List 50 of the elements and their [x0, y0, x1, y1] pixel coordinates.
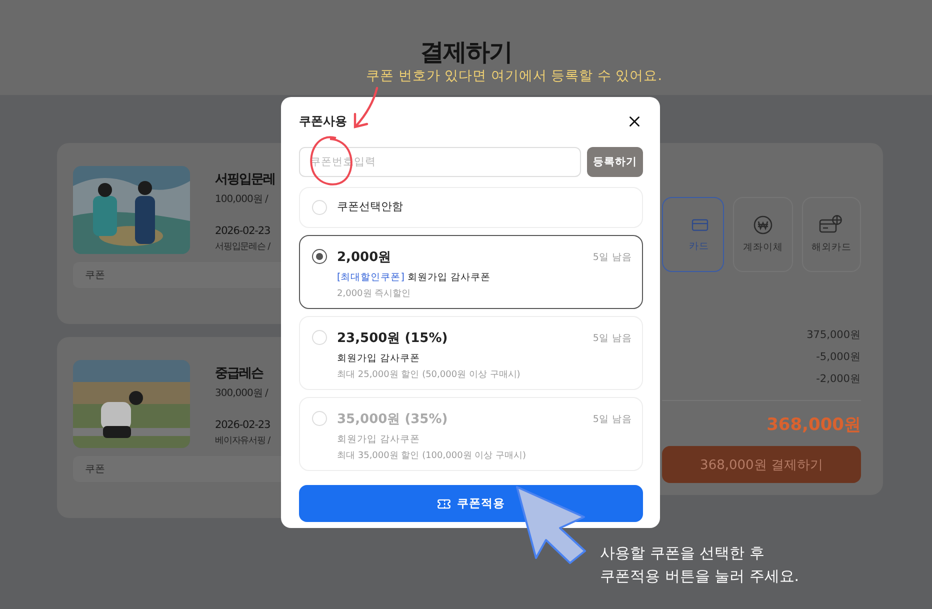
cursor-icon	[516, 486, 586, 564]
coupon-label: 쿠폰	[85, 463, 105, 476]
days-remaining: 5일 남음	[592, 412, 632, 426]
coupon-note: 2,000원 즉시할인	[337, 288, 412, 300]
order-price: 100,000원 /	[215, 193, 268, 206]
annotation-arrow	[354, 86, 378, 128]
radio-button[interactable]	[312, 249, 327, 264]
pay-button[interactable]: 368,000원 결제하기	[662, 446, 861, 483]
payment-method-label: 해외카드	[811, 241, 852, 254]
order-title: 중급레슨	[215, 365, 263, 382]
coupon-note: 최대 35,000원 할인 (100,000원 이상 구매시)	[337, 450, 528, 462]
order-date: 2026-02-23	[215, 419, 270, 431]
register-button[interactable]: 등록하기	[587, 147, 643, 177]
coupon-amount: 2,000원	[337, 249, 392, 266]
coupon-option[interactable]: 2,000원 5일 남음 [최대할인쿠폰] 회원가입 감사쿠폰 2,000원 즉시할인	[299, 235, 643, 309]
coupon-amount: 쿠폰선택안함	[337, 199, 403, 214]
days-remaining: 5일 남음	[592, 332, 632, 344]
apply-coupon-button[interactable]: 쿠폰적용	[299, 485, 643, 522]
page-title: 결제하기	[420, 37, 512, 68]
amount-value: 375,000원	[806, 328, 861, 342]
amount-value: -2,000원	[816, 372, 861, 386]
payment-method-label: 계좌이체	[742, 241, 783, 254]
order-price: 300,000원 /	[215, 387, 268, 400]
coupon-option[interactable]: 쿠폰선택안함	[299, 187, 643, 228]
won-coin-icon	[752, 215, 773, 235]
coupon-amount: 35,000원 (35%)	[337, 411, 448, 428]
coupon-amount: 23,500원 (15%)	[337, 330, 448, 347]
coupon-option[interactable]: 23,500원 (15%) 5일 남음 회원가입 감사쿠폰 최대 25,000원 할인 (50,000원 이상 구매시)	[299, 316, 643, 390]
payment-method-label: 카드	[689, 240, 709, 253]
hint-text: 사용할 쿠폰을 선택한 후	[600, 544, 766, 563]
order-detail: 서핑입문레슨 /	[215, 241, 270, 253]
total-amount: 368,000원	[766, 414, 861, 436]
coupon-label: 쿠폰	[85, 269, 105, 282]
card-globe-icon	[819, 215, 844, 235]
days-remaining: 5일 남음	[592, 250, 632, 264]
payment-method-tile[interactable]: 계좌이체	[733, 197, 792, 272]
amount-value: -5,000원	[816, 350, 861, 364]
dialog-title: 쿠폰사용	[299, 112, 347, 130]
order-detail: 베이자유서핑 /	[215, 435, 270, 447]
coupon-note: 최대 25,000원 할인 (50,000원 이상 구매시)	[337, 369, 522, 381]
coupon-name: 회원가입 감사쿠폰	[337, 433, 422, 446]
hint-text: 쿠폰적용 버튼을 눌러 주세요.	[600, 567, 800, 586]
order-date: 2026-02-23	[215, 225, 270, 237]
card-icon	[691, 216, 709, 234]
coupon-name: 회원가입 감사쿠폰	[337, 352, 422, 365]
hint-text: 쿠폰 번호가 있다면 여기에서 등록할 수 있어요.	[366, 67, 662, 85]
coupon-name: [최대할인쿠폰] 회원가입 감사쿠폰	[337, 271, 492, 284]
order-title: 서핑입문레	[215, 171, 275, 188]
ticket-icon	[437, 496, 451, 510]
payment-method-tile[interactable]: 해외카드	[802, 197, 861, 272]
